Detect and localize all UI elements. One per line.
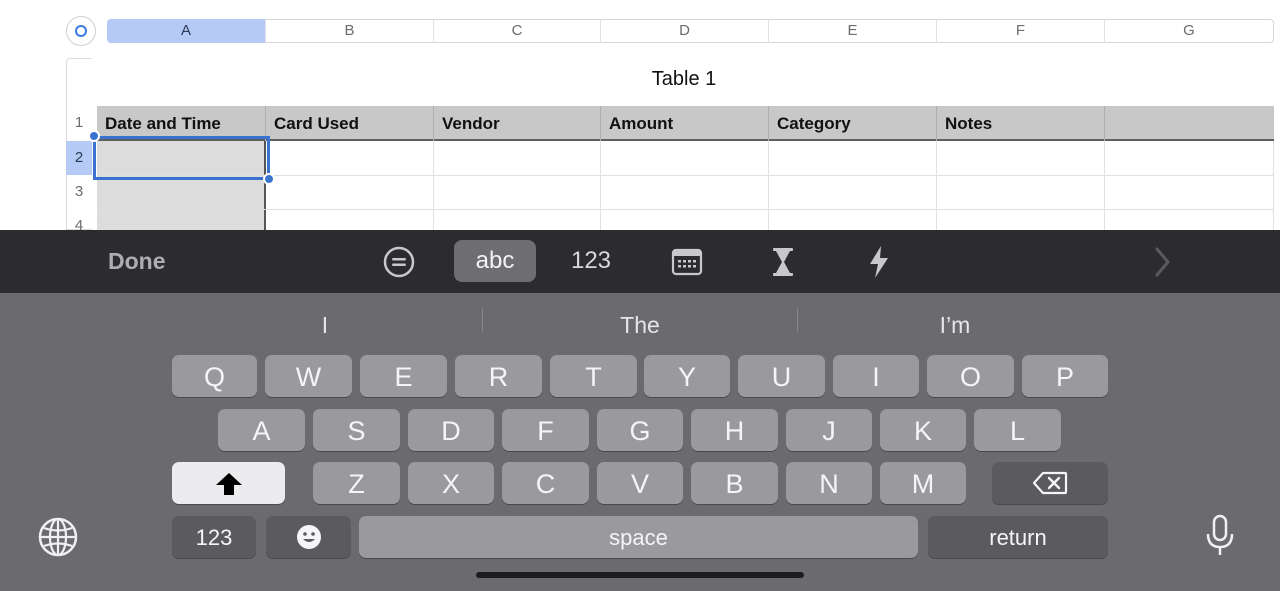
chevron-right-icon[interactable] (1140, 243, 1184, 281)
numbers-keyboard-button[interactable]: 123 (560, 240, 622, 282)
column-header-a[interactable]: A (107, 19, 266, 43)
key-c[interactable]: C (502, 462, 589, 504)
key-e[interactable]: E (360, 355, 447, 397)
key-u[interactable]: U (738, 355, 825, 397)
globe-icon[interactable] (37, 516, 81, 560)
key-a[interactable]: A (218, 409, 305, 451)
selected-cell-a2[interactable] (93, 136, 270, 180)
key-w[interactable]: W (265, 355, 352, 397)
gridline (97, 209, 1274, 210)
done-button[interactable]: Done (108, 246, 166, 276)
shift-arrow-icon (215, 473, 242, 495)
header-cell-card-used[interactable]: Card Used (266, 106, 434, 141)
column-header-f[interactable]: F (937, 19, 1105, 43)
equals-circle-icon[interactable] (377, 243, 421, 281)
key-q[interactable]: Q (172, 355, 257, 397)
table-title[interactable]: Table 1 (0, 68, 1280, 91)
column-header-b[interactable]: B (266, 19, 434, 43)
spreadsheet: A B C D E F G Table 1 1 2 3 4 Date and T… (0, 0, 1280, 230)
shift-key[interactable] (172, 462, 285, 504)
selection-handle-bottom-right[interactable] (263, 173, 275, 185)
suggestion-2[interactable]: The (484, 308, 796, 342)
key-j[interactable]: J (786, 409, 872, 451)
row-header-4[interactable]: 4 (66, 209, 92, 230)
hourglass-icon[interactable] (761, 243, 805, 281)
row-header-3[interactable]: 3 (66, 175, 92, 209)
key-i[interactable]: I (833, 355, 919, 397)
gridline (936, 141, 937, 230)
key-f[interactable]: F (502, 409, 589, 451)
suggestion-1[interactable]: I (170, 308, 480, 342)
key-v[interactable]: V (597, 462, 683, 504)
suggestion-divider (797, 308, 798, 332)
key-s[interactable]: S (313, 409, 400, 451)
row-header-2[interactable]: 2 (66, 141, 92, 175)
key-z[interactable]: Z (313, 462, 400, 504)
key-b[interactable]: B (691, 462, 778, 504)
gridline (768, 141, 769, 230)
header-cell-g[interactable] (1105, 106, 1274, 141)
header-cell-vendor[interactable]: Vendor (434, 106, 601, 141)
key-d[interactable]: D (408, 409, 494, 451)
gridline (1273, 141, 1274, 230)
gridline (600, 141, 601, 230)
header-cell-amount[interactable]: Amount (601, 106, 769, 141)
space-key[interactable]: space (359, 516, 918, 558)
return-key[interactable]: return (928, 516, 1108, 558)
select-all-button[interactable] (66, 16, 96, 46)
key-g[interactable]: G (597, 409, 683, 451)
selection-handle-top-left[interactable] (88, 130, 100, 142)
calendar-icon[interactable] (665, 243, 709, 281)
key-p[interactable]: P (1022, 355, 1108, 397)
column-header-d[interactable]: D (601, 19, 769, 43)
gridline (1104, 141, 1105, 230)
emoji-key[interactable] (266, 516, 351, 558)
emoji-icon (296, 525, 321, 549)
home-indicator[interactable] (476, 572, 804, 578)
key-h[interactable]: H (691, 409, 778, 451)
suggestion-divider (482, 308, 483, 332)
key-n[interactable]: N (786, 462, 872, 504)
microphone-icon[interactable] (1198, 513, 1242, 557)
key-r[interactable]: R (455, 355, 542, 397)
column-header-g[interactable]: G (1105, 19, 1273, 43)
input-toolbar (0, 230, 1280, 293)
lightning-icon[interactable] (857, 243, 901, 281)
key-y[interactable]: Y (644, 355, 730, 397)
delete-key[interactable] (992, 462, 1108, 504)
suggestion-3[interactable]: I’m (799, 308, 1111, 342)
key-x[interactable]: X (408, 462, 494, 504)
key-m[interactable]: M (880, 462, 966, 504)
column-header-e[interactable]: E (769, 19, 937, 43)
delete-icon (1032, 471, 1068, 495)
header-cell-category[interactable]: Category (769, 106, 937, 141)
gridline (433, 141, 434, 230)
header-cell-notes[interactable]: Notes (937, 106, 1105, 141)
column-header-c[interactable]: C (434, 19, 601, 43)
numbers-key[interactable]: 123 (172, 516, 256, 558)
key-l[interactable]: L (974, 409, 1061, 451)
key-k[interactable]: K (880, 409, 966, 451)
abc-keyboard-button[interactable]: abc (454, 240, 536, 282)
key-o[interactable]: O (927, 355, 1014, 397)
key-t[interactable]: T (550, 355, 637, 397)
